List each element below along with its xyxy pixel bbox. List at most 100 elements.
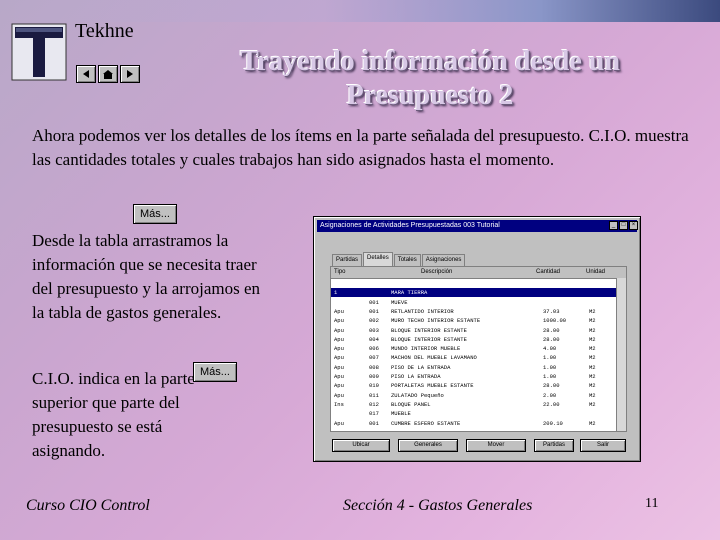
cell-unidad: M2 xyxy=(589,382,596,390)
table-row[interactable]: Apu 003 BLOQUE INTERIOR ESTANTE 28.00 M2 xyxy=(331,326,616,335)
cell-cantidad: 28.00 xyxy=(543,335,560,343)
top-band xyxy=(0,0,720,22)
cell-tipo: Apu xyxy=(334,354,344,362)
cell-descripcion: PISO LA ENTRADA xyxy=(391,373,441,380)
maximize-icon[interactable]: □ xyxy=(619,221,628,230)
cell-tipo: Apu xyxy=(334,391,344,399)
cell-descripcion: ZULATADO Pequeño xyxy=(391,391,444,399)
cell-tipo: Apu xyxy=(334,307,344,315)
tab-totales[interactable]: Totales xyxy=(393,254,421,266)
cell-descripcion: MUEVE xyxy=(391,298,408,306)
details-grid: Tipo Descripción Cantidad Unidad 1 MARA T… xyxy=(330,266,627,432)
tab-detalles[interactable]: Detalles xyxy=(363,252,393,266)
cell-unidad: M2 xyxy=(589,419,596,427)
cell-codigo: 004 xyxy=(369,335,379,343)
cell-unidad: M2 xyxy=(589,400,596,408)
title-line-1: Trayendo información desde un xyxy=(240,46,620,77)
cell-descripcion: BLOQUE PANEL xyxy=(391,400,431,408)
slide-nav xyxy=(76,65,140,83)
table-row[interactable]: Apu 004 BLOQUE INTERIOR ESTANTE 28.00 M2 xyxy=(331,335,616,344)
table-row[interactable]: 1 MARA TIERRA xyxy=(331,288,616,298)
close-icon[interactable]: × xyxy=(629,221,638,230)
table-row[interactable]: Ins 012 BLOQUE PANEL 22.00 M2 xyxy=(331,400,616,409)
cell-cantidad: 209.10 xyxy=(543,419,563,427)
cell-descripcion: PORTALETAS MUEBLE ESTANTE xyxy=(391,382,474,390)
col-cantidad[interactable]: Cantidad xyxy=(536,267,560,278)
cell-tipo: Apu xyxy=(334,326,344,334)
window-button-salir[interactable]: Salir xyxy=(580,439,626,452)
cell-unidad: M2 xyxy=(589,373,596,380)
window-button-partidas[interactable]: Partidas xyxy=(534,439,574,452)
table-row[interactable]: 017 MUEBLE xyxy=(331,409,616,418)
table-row[interactable]: Apu 009 PISO LA ENTRADA 1.00 M2 xyxy=(331,372,616,381)
tab-asignaciones[interactable]: Asignaciones xyxy=(421,254,466,266)
cell-descripcion: PISO DE LA ENTRADA xyxy=(391,363,451,371)
cell-unidad: M2 xyxy=(589,345,596,353)
paragraph-drag: Desde la tabla arrastramos la informació… xyxy=(32,231,261,322)
window-button-generales[interactable]: Generales xyxy=(398,439,458,452)
cell-descripcion: MARA TIERRA xyxy=(391,289,428,297)
brand-name: Tekhne xyxy=(75,20,134,42)
cell-cantidad: 37.03 xyxy=(543,307,560,315)
cell-cantidad: 1000.00 xyxy=(543,317,567,325)
cell-descripcion: BLOQUE INTERIOR ESTANTE xyxy=(391,326,467,334)
minimize-icon[interactable]: _ xyxy=(609,221,618,230)
more-button-1[interactable]: Más... xyxy=(133,204,177,224)
cell-descripcion: MACHON DEL MUEBLE LAVAMANO xyxy=(391,354,477,362)
table-row[interactable]: Apu 008 PISO DE LA ENTRADA 1.00 M2 xyxy=(331,363,616,372)
table-row[interactable]: Apu 007 MACHON DEL MUEBLE LAVAMANO 1.00 M2 xyxy=(331,353,616,362)
title-line-2: Presupuesto 2 xyxy=(346,80,514,111)
home-icon[interactable] xyxy=(98,65,118,83)
cell-cantidad: 2.00 xyxy=(543,391,557,399)
cell-codigo: 001 xyxy=(369,419,379,427)
cell-tipo: Ins xyxy=(334,400,344,408)
table-row[interactable]: Apu 001 CUMBRE ESFERO ESTANTE 209.10 M2 xyxy=(331,419,616,428)
cell-codigo: 006 xyxy=(369,345,379,353)
cell-codigo: 012 xyxy=(369,400,379,408)
cell-cantidad: 28.00 xyxy=(543,326,560,334)
footer-course: Curso CIO Control xyxy=(26,497,150,514)
window-title: Asignaciones de Actividades Presupuestad… xyxy=(317,220,637,232)
table-row[interactable]: Apu 010 PORTALETAS MUEBLE ESTANTE 28.00 M2 xyxy=(331,381,616,390)
cell-cantidad: 4.00 xyxy=(543,345,557,353)
col-descripcion[interactable]: Descripción xyxy=(421,267,452,278)
grid-scrollbar[interactable] xyxy=(616,278,626,431)
table-row[interactable]: Apu 011 ZULATADO Pequeño 2.00 M2 xyxy=(331,391,616,400)
cell-unidad: M2 xyxy=(589,391,596,399)
table-row[interactable] xyxy=(331,279,616,288)
col-unidad[interactable]: Unidad xyxy=(586,267,605,278)
cell-tipo: Apu xyxy=(334,363,344,371)
footer-section: Sección 4 - Gastos Generales xyxy=(343,497,533,514)
tab-partidas[interactable]: Partidas xyxy=(332,254,363,266)
window-button-ubicar[interactable]: Ubicar xyxy=(332,439,390,452)
page-number: 11 xyxy=(645,496,659,511)
cell-tipo: Apu xyxy=(334,317,344,325)
cell-descripcion: CUMBRE ESFERO ESTANTE xyxy=(391,419,461,427)
table-row[interactable]: 001 MUEVE xyxy=(331,298,616,307)
table-row[interactable]: Apu 006 MUNDO INTERIOR MUEBLE 4.00 M2 xyxy=(331,344,616,353)
more-button-2[interactable]: Más... xyxy=(193,362,237,382)
grid-header: Tipo Descripción Cantidad Unidad xyxy=(331,267,626,279)
cell-tipo: Apu xyxy=(334,345,344,353)
cell-codigo: 011 xyxy=(369,391,379,399)
cell-cantidad: 1.00 xyxy=(543,363,557,371)
cell-unidad: M2 xyxy=(589,363,596,371)
paragraph-intro: Ahora podemos ver los detalles de los ít… xyxy=(32,126,689,169)
cell-cantidad: 28.00 xyxy=(543,382,560,390)
table-row[interactable]: Apu 001 RETLANTIDO INTERIOR 37.03 M2 xyxy=(331,307,616,316)
col-tipo[interactable]: Tipo xyxy=(334,267,345,278)
table-row[interactable]: Apu 002 MURO TECHO INTERIOR ESTANTE 1000.00… xyxy=(331,316,616,325)
window-button-mover[interactable]: Mover xyxy=(466,439,526,452)
next-icon[interactable] xyxy=(120,65,140,83)
cell-codigo: 010 xyxy=(369,382,379,390)
paragraph-indicator: C.I.O. indica en la parte superior que p… xyxy=(32,369,195,460)
window-tabs: Partidas Detalles Totales Asignaciones xyxy=(332,252,466,266)
cell-codigo: 002 xyxy=(369,317,379,325)
cell-unidad: M2 xyxy=(589,307,596,315)
cell-codigo: 001 xyxy=(369,298,379,306)
cell-tipo: 1 xyxy=(334,289,338,297)
cell-codigo: 007 xyxy=(369,354,379,362)
previous-icon[interactable] xyxy=(76,65,96,83)
slide-title: Trayendo información desde un Presupuest… xyxy=(180,45,680,113)
cell-descripcion: MUNDO INTERIOR MUEBLE xyxy=(391,345,461,353)
